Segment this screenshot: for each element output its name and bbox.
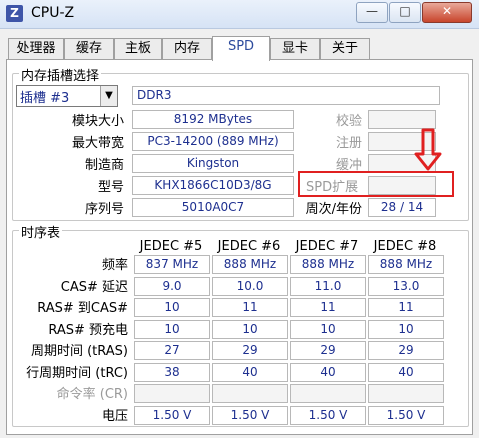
memory-type-field: DDR3 — [132, 86, 440, 105]
timing-cell — [290, 384, 366, 403]
timing-row-label: 命令率 (CR) — [56, 387, 128, 402]
timing-cell: 1.50 V — [368, 405, 444, 425]
timing-cell: 888 MHz — [212, 255, 288, 274]
timing-row-label: RAS# 到CAS# — [37, 301, 128, 316]
timing-cell: 837 MHz — [134, 255, 210, 274]
timing-cell: 10 — [134, 319, 210, 339]
correction-label: 校验 — [335, 114, 362, 129]
tab-memory[interactable]: 内存 — [162, 38, 212, 59]
timing-row-label: 周期时间 (tRAS) — [30, 344, 128, 359]
timing-cell: 9.0 — [134, 276, 210, 296]
tab-processor[interactable]: 处理器 — [8, 38, 64, 59]
part-number-field: KHX1866C10D3/8G — [132, 176, 294, 195]
group-title: 时序表 — [19, 222, 63, 241]
timing-row-label: 频率 — [101, 258, 128, 273]
timing-row-label: 电压 — [101, 408, 128, 424]
timing-cell: 10 — [212, 319, 288, 339]
timing-cell: 11 — [368, 298, 444, 317]
timing-cell — [212, 384, 288, 403]
part-number-label: 型号 — [97, 180, 124, 195]
timing-cell: 40 — [368, 362, 444, 382]
manufacturer-label: 制造商 — [84, 158, 124, 173]
timing-cell: 29 — [212, 341, 288, 360]
timing-cell: 10 — [368, 319, 444, 339]
minimize-button[interactable]: — — [356, 2, 388, 23]
tab-graphics[interactable]: 显卡 — [270, 38, 320, 59]
timing-row-label: RAS# 预充电 — [48, 322, 128, 338]
timing-column-header: JEDEC #7 — [295, 239, 359, 254]
annotation-highlight-box — [298, 171, 454, 197]
chevron-down-icon[interactable]: ▼ — [100, 86, 117, 106]
annotation-down-arrow-icon — [414, 128, 442, 171]
close-button[interactable]: ✕ — [422, 2, 472, 23]
timing-cell: 888 MHz — [368, 255, 444, 274]
timing-cell: 13.0 — [368, 276, 444, 296]
week-year-field: 28 / 14 — [368, 198, 436, 217]
timing-cell — [134, 384, 210, 403]
maximize-button[interactable]: □ — [389, 2, 421, 23]
serial-number-label: 序列号 — [84, 202, 124, 217]
timing-cell: 11 — [290, 298, 366, 317]
timing-column-header: JEDEC #6 — [217, 239, 281, 254]
registered-label: 注册 — [335, 136, 362, 151]
manufacturer-field: Kingston — [132, 154, 294, 173]
timing-column-header: JEDEC #8 — [373, 239, 437, 254]
timing-cell: 38 — [134, 362, 210, 382]
serial-number-field: 5010A0C7 — [132, 198, 294, 217]
slot-select-value: 插槽 #3 — [20, 91, 70, 106]
slot-select[interactable]: 插槽 #3 ▼ — [16, 85, 118, 107]
timing-cell: 27 — [134, 341, 210, 360]
module-size-label: 模块大小 — [71, 114, 124, 129]
window-title: CPU-Z — [31, 5, 75, 21]
tab-about[interactable]: 关于 — [320, 38, 370, 59]
timing-cell: 29 — [290, 341, 366, 360]
timing-row-label: CAS# 延迟 — [60, 279, 128, 295]
module-size-field: 8192 MBytes — [132, 110, 294, 129]
timing-cell: 10.0 — [212, 276, 288, 296]
timing-cell: 10 — [134, 298, 210, 317]
timing-cell: 11.0 — [290, 276, 366, 296]
timing-column-header: JEDEC #5 — [139, 239, 203, 254]
timing-cell: 888 MHz — [290, 255, 366, 274]
timing-row-label: 行周期时间 (tRC) — [26, 365, 128, 381]
correction-field — [368, 110, 436, 129]
timing-cell — [368, 384, 444, 403]
cpuz-logo-icon: Z — [6, 5, 23, 22]
max-bandwidth-label: 最大带宽 — [71, 136, 124, 151]
tab-spd[interactable]: SPD — [212, 36, 270, 61]
max-bandwidth-field: PC3-14200 (889 MHz) — [132, 132, 294, 151]
timing-cell: 11 — [212, 298, 288, 317]
timing-cell: 29 — [368, 341, 444, 360]
timing-cell: 1.50 V — [290, 405, 366, 425]
timing-cell: 40 — [212, 362, 288, 382]
title-bar: Z CPU-Z — □ ✕ — [0, 0, 479, 29]
tab-cache[interactable]: 缓存 — [64, 38, 114, 59]
week-year-label: 周次/年份 — [305, 202, 362, 217]
tab-mainboard[interactable]: 主板 — [114, 38, 162, 59]
group-title: 内存插槽选择 — [19, 65, 102, 84]
timing-cell: 1.50 V — [212, 405, 288, 425]
timing-cell: 40 — [290, 362, 366, 382]
timing-cell: 1.50 V — [134, 405, 210, 425]
timing-cell: 10 — [290, 319, 366, 339]
